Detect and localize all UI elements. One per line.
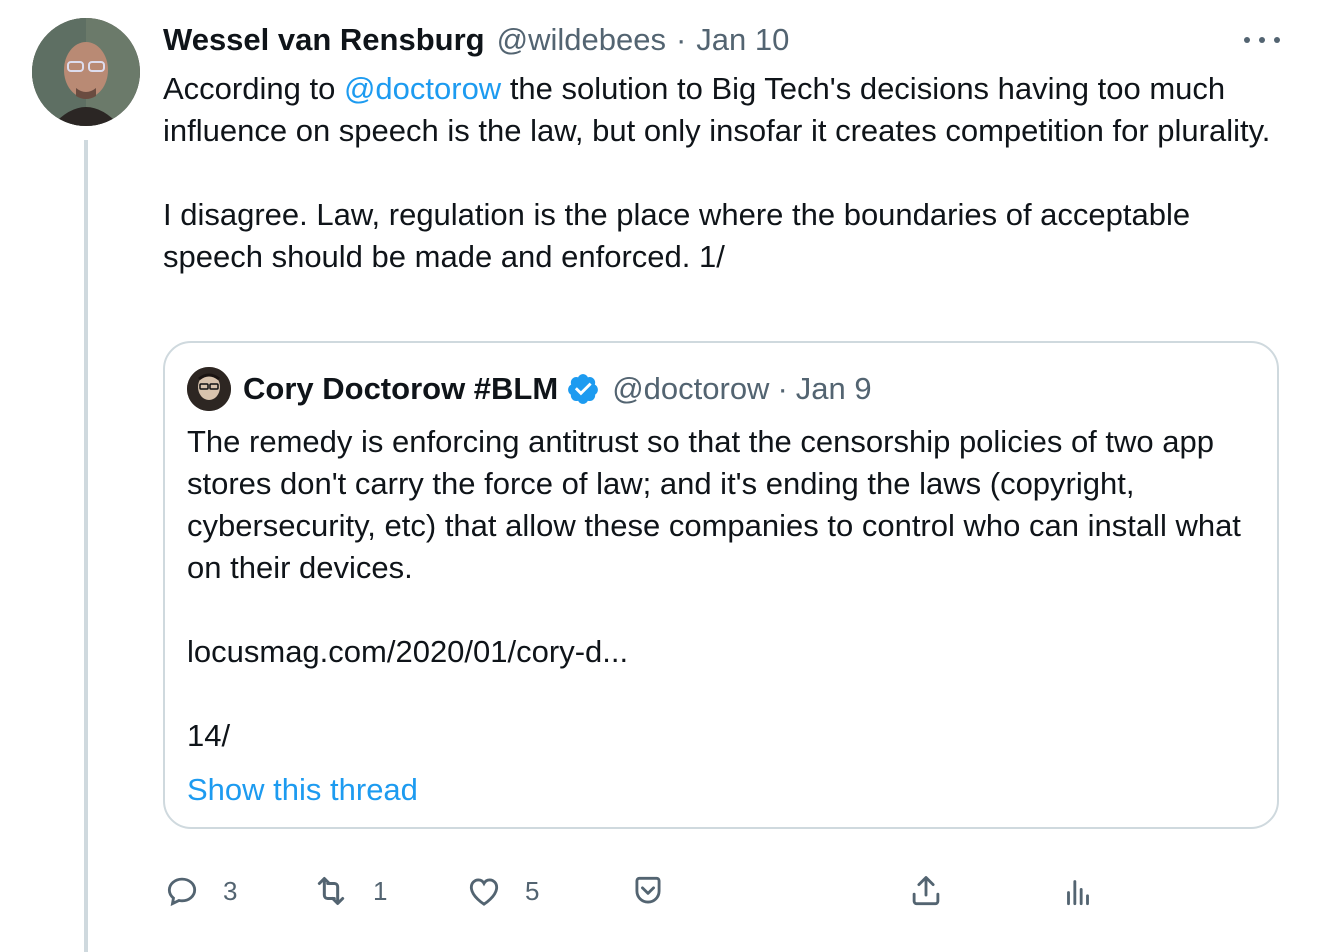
verified-badge-icon (566, 372, 600, 406)
like-icon (469, 878, 499, 906)
share-icon (912, 876, 940, 906)
retweet-button[interactable]: 1 (311, 866, 387, 916)
quoted-header-separator: · (777, 371, 788, 406)
quoted-tweet[interactable]: Cory Doctorow #BLM @doctorow · Jan 9 The… (163, 341, 1279, 829)
tweet-header: Wessel van Rensburg @wildebees · Jan 10 (163, 20, 789, 60)
bookmark-button[interactable] (629, 866, 667, 916)
header-separator: · (675, 22, 687, 57)
author-avatar[interactable] (32, 18, 140, 126)
quoted-author-name[interactable]: Cory Doctorow #BLM (243, 371, 558, 407)
quoted-link[interactable]: locusmag.com/2020/01/cory-d... (187, 631, 1257, 673)
quoted-paragraph-3: 14/ (187, 718, 231, 753)
quoted-author-handle[interactable]: @doctorow (612, 371, 769, 407)
author-handle[interactable]: @wildebees (497, 22, 666, 58)
show-thread-link[interactable]: Show this thread (187, 769, 418, 811)
more-icon (1244, 37, 1250, 43)
more-button[interactable] (1244, 28, 1280, 52)
retweet-count: 1 (373, 875, 388, 906)
quoted-tweet-header: Cory Doctorow #BLM @doctorow · Jan 9 (243, 367, 872, 411)
analytics-icon (1067, 880, 1089, 906)
share-button[interactable] (907, 866, 945, 916)
tweet-text: According to @doctorow the solution to B… (163, 68, 1283, 278)
more-icon-dot (1274, 37, 1280, 43)
quoted-paragraph-1: The remedy is enforcing antitrust so tha… (187, 424, 1241, 585)
reply-button[interactable]: 3 (163, 866, 237, 916)
reply-count: 3 (223, 875, 238, 906)
quoted-tweet-text: The remedy is enforcing antitrust so tha… (187, 421, 1257, 757)
tweet-paragraph-1: According to @doctorow the solution to B… (163, 68, 1283, 152)
tweet-text-before-mention: According to (163, 71, 344, 106)
quoted-avatar-image (187, 367, 231, 411)
analytics-button[interactable] (1059, 866, 1097, 916)
more-icon-dot (1259, 37, 1265, 43)
like-count: 5 (525, 875, 540, 906)
quoted-author-avatar[interactable] (187, 367, 231, 411)
reply-icon (167, 877, 197, 907)
tweet-date[interactable]: Jan 10 (696, 22, 789, 58)
author-avatar-image (32, 18, 140, 126)
author-name[interactable]: Wessel van Rensburg (163, 22, 485, 58)
bookmark-icon (635, 876, 661, 904)
tweet-actions: 3 1 5 (163, 866, 1293, 916)
quoted-tweet-date[interactable]: Jan 9 (796, 371, 872, 407)
mention-link[interactable]: @doctorow (344, 71, 501, 106)
thread-connector-line (84, 140, 88, 952)
like-button[interactable]: 5 (465, 866, 539, 916)
retweet-icon (317, 877, 345, 905)
tweet-paragraph-2: I disagree. Law, regulation is the place… (163, 197, 1191, 274)
